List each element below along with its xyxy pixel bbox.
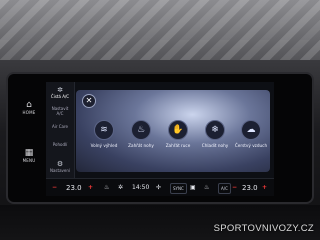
option-label: Volný výhled [90, 143, 118, 148]
defrost-icon: ≋ [94, 120, 114, 140]
close-icon: ✕ [85, 96, 93, 105]
home-key-label: HOME [22, 110, 36, 115]
sidebar-item-label: Čistá A/C [50, 94, 70, 99]
option-fresh-air[interactable]: ☁ Čerstvý vzduch [233, 120, 269, 148]
ac-button[interactable]: A/C [218, 183, 231, 194]
auto-icon[interactable]: ▣ [190, 182, 196, 194]
seat-cool-icon: ❄ [205, 120, 225, 140]
left-temp-down-button[interactable]: − [52, 182, 57, 194]
climate-sidebar: ✲ Čistá A/C Nastavit A/C Air Care Pohodl… [46, 82, 75, 178]
right-temp-readout: 23.0 [242, 184, 258, 192]
seat-heat-icon: ♨ [131, 120, 151, 140]
right-temp-down-button[interactable]: − [232, 182, 237, 194]
fan-icon[interactable]: ✲ [118, 182, 123, 194]
hard-key-strip: ⌂ HOME ▦ MENU [14, 82, 44, 196]
sidebar-item-label: Nastavit A/C [51, 106, 69, 116]
option-label: Zahřát ruce [165, 143, 191, 148]
sidebar-item-label: Air Care [51, 124, 69, 129]
option-free-view[interactable]: ≋ Volný výhled [86, 120, 122, 148]
sidebar-item-set-ac[interactable]: Nastavit A/C [48, 106, 72, 116]
menu-grid-icon: ▦ [24, 148, 34, 158]
home-icon: ⌂ [26, 100, 32, 110]
sidebar-item-comfort[interactable]: Pohodlí [48, 142, 72, 147]
sidebar-item-settings[interactable]: ⚙ Nastavení [48, 160, 72, 173]
sidebar-item-label: Pohodlí [52, 142, 68, 147]
infotainment-screen: ✲ Čistá A/C Nastavit A/C Air Care Pohodl… [46, 82, 274, 196]
sync-button[interactable]: SYNC [170, 183, 187, 194]
option-warm-hands[interactable]: ✋ Zahřát ruce [160, 120, 196, 148]
option-cool-feet[interactable]: ❄ Chladit nohy [197, 120, 233, 148]
menu-key-label: MENU [22, 158, 36, 163]
left-temp-up-button[interactable]: + [88, 182, 93, 194]
watermark: SPORTOVNIVOZY.CZ [213, 223, 314, 234]
menu-key[interactable]: ▦ MENU [14, 148, 44, 163]
option-label: Zahřát nohy [128, 143, 154, 148]
climate-bottom-bar: − 23.0 + ♨ ✲ 14:50 ✢ SYNC ▣ ♨ A/C − 23.0… [46, 178, 274, 196]
right-temp-up-button[interactable]: + [262, 182, 267, 194]
sidebar-item-label: Nastavení [49, 168, 71, 173]
seat-heat-right-icon[interactable]: ♨ [204, 182, 209, 194]
fan-speed-icon[interactable]: ✢ [156, 182, 161, 194]
home-key[interactable]: ⌂ HOME [14, 100, 44, 115]
close-button[interactable]: ✕ [82, 94, 96, 108]
seat-heat-left-icon[interactable]: ♨ [104, 182, 109, 194]
sidebar-item-clean-ac[interactable]: ✲ Čistá A/C [48, 86, 72, 99]
hand-heat-icon: ✋ [168, 120, 188, 140]
left-temp-readout: 23.0 [66, 184, 82, 192]
clock: 14:50 [132, 184, 150, 191]
option-label: Čerstvý vzduch [234, 143, 268, 148]
fan-icon: ✲ [57, 86, 63, 94]
sidebar-item-air-care[interactable]: Air Care [48, 124, 72, 129]
option-warm-feet[interactable]: ♨ Zahřát nohy [123, 120, 159, 148]
gear-icon: ⚙ [56, 160, 64, 168]
option-label: Chladit nohy [201, 143, 229, 148]
air-fresh-icon: ☁ [241, 120, 261, 140]
